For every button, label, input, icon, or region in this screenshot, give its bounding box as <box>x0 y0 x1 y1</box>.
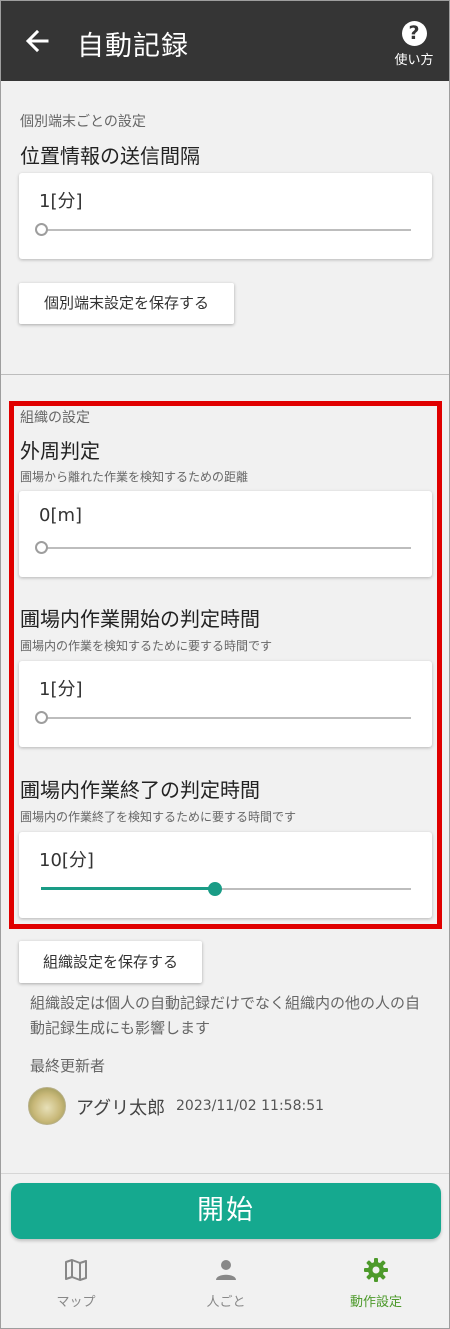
arrow-left-icon <box>25 29 49 53</box>
nav-item-map[interactable]: マップ <box>1 1257 151 1310</box>
save-device-settings-button[interactable]: 個別端末設定を保存する <box>19 283 234 324</box>
location-interval-slider[interactable] <box>35 223 411 237</box>
location-interval-value: 1[分] <box>39 191 83 212</box>
nav-item-settings[interactable]: 動作設定 <box>301 1257 449 1310</box>
start-button[interactable]: 開始 <box>11 1183 441 1239</box>
last-updated-user: アグリ太郎 <box>76 1098 166 1119</box>
screen: 自動記録 ? 使い方 個別端末ごとの設定 位置情報の送信間隔 1[分] 個別端末… <box>0 0 450 1329</box>
save-org-settings-button[interactable]: 組織設定を保存する <box>19 941 202 983</box>
device-settings-caption: 個別端末ごとの設定 <box>20 114 146 130</box>
nav-item-people[interactable]: 人ごと <box>151 1257 301 1310</box>
org-settings-highlight <box>9 401 442 929</box>
slider-thumb[interactable] <box>35 223 48 236</box>
gear-icon <box>364 1258 388 1282</box>
last-updated-timestamp: 2023/11/02 11:58:51 <box>176 1098 325 1114</box>
location-interval-title: 位置情報の送信間隔 <box>20 144 200 168</box>
person-icon <box>216 1260 236 1280</box>
nav-label-people: 人ごと <box>206 1295 246 1310</box>
org-settings-note: 組織設定は個人の自動記録だけでなく組織内の他の人の自動記録生成にも影響します <box>30 994 421 1037</box>
last-updated-label: 最終更新者 <box>30 1057 106 1075</box>
help-button[interactable]: ? 使い方 <box>389 21 439 69</box>
location-interval-card: 1[分] <box>19 173 432 259</box>
help-circle-icon: ? <box>401 21 427 46</box>
app-bar: 自動記録 ? 使い方 <box>1 1 449 81</box>
avatar <box>28 1087 66 1125</box>
help-label: 使い方 <box>394 53 434 68</box>
nav-label-settings: 動作設定 <box>349 1295 402 1310</box>
page-title: 自動記録 <box>77 31 189 62</box>
nav-label-map: マップ <box>56 1295 96 1310</box>
back-button[interactable] <box>19 23 55 59</box>
map-icon <box>65 1259 87 1281</box>
